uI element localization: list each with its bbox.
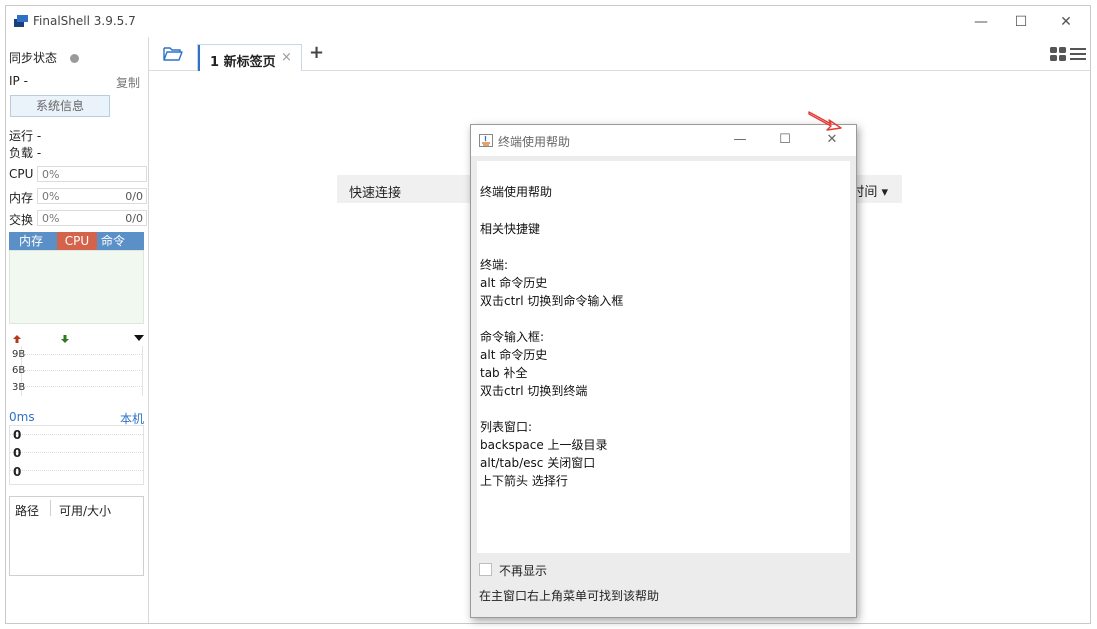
system-info-button[interactable]: 系统信息 — [10, 95, 110, 117]
maximize-button[interactable]: ☐ — [1001, 10, 1041, 34]
mem-value: 0% — [42, 190, 60, 203]
fs-col-path[interactable]: 路径 — [15, 502, 39, 519]
tab-new-1[interactable]: 1 新标签页 × — [197, 44, 302, 71]
help-terminal-title: 终端: — [480, 258, 509, 272]
cpu-bar: 0% — [37, 166, 147, 182]
swap-max: 0/0 — [125, 212, 143, 225]
help-input-title: 命令输入框: — [480, 330, 545, 344]
net-scale-6b: 6B — [12, 365, 26, 376]
terminal-help-dialog: 终端使用帮助 — ☐ ✕ 终端使用帮助 相关快捷键 终端: alt 命令历史 双… — [470, 124, 857, 618]
swap-value: 0% — [42, 212, 60, 225]
mem-metric: 内存 0% 0/0 — [9, 188, 147, 205]
swap-metric: 交换 0% 0/0 — [9, 210, 147, 227]
network-graph — [21, 346, 143, 396]
filesystem-table[interactable]: 路径 可用/大小 — [9, 496, 144, 576]
quick-connect-label: 快速连接 — [349, 186, 402, 201]
network-monitor: 9B 6B 3B — [9, 330, 144, 400]
help-line: backspace 上一级目录 — [480, 438, 608, 452]
cpu-label: CPU — [9, 167, 34, 181]
sync-status-label: 同步状态 — [9, 51, 58, 65]
sync-status-indicator — [70, 54, 79, 63]
swap-bar: 0% 0/0 — [37, 210, 147, 226]
java-icon — [479, 134, 493, 147]
folder-icon[interactable] — [163, 46, 183, 62]
mem-max: 0/0 — [125, 190, 143, 203]
load-label: 负载 - — [9, 146, 42, 160]
help-line: 双击ctrl 切换到终端 — [480, 384, 588, 398]
run-label: 运行 - — [9, 129, 42, 143]
sidebar: 同步状态 IP - 复制 系统信息 运行 - 负载 - CPU 0% 内存 0%… — [6, 37, 149, 623]
cpu-value: 0% — [42, 168, 60, 181]
ping-value-1: 0 — [13, 428, 22, 442]
help-line: 上下箭头 选择行 — [480, 474, 568, 488]
mem-bar: 0% 0/0 — [37, 188, 147, 204]
process-table-header: 内存 CPU 命令 — [9, 232, 144, 250]
ping-monitor: 0ms 本机 0 0 0 — [9, 410, 144, 486]
network-dropdown-icon[interactable] — [134, 335, 144, 342]
process-col-cmd[interactable]: 命令 — [97, 232, 129, 250]
process-col-cpu[interactable]: CPU — [57, 232, 97, 250]
upload-arrow-icon — [13, 335, 21, 343]
close-button[interactable]: ✕ — [1046, 10, 1086, 34]
dont-show-checkbox[interactable] — [479, 563, 492, 576]
ping-graph: 0 0 0 — [9, 425, 144, 485]
add-tab-button[interactable]: + — [309, 42, 324, 63]
help-line: alt 命令历史 — [480, 276, 548, 290]
window-title: FinalShell 3.9.5.7 — [33, 14, 136, 28]
dialog-title: 终端使用帮助 — [498, 135, 571, 149]
help-list-title: 列表窗口: — [480, 420, 533, 434]
process-list[interactable] — [9, 250, 144, 324]
finalshell-logo-icon — [14, 15, 28, 27]
ping-value-3: 0 — [13, 465, 22, 479]
help-line: tab 补全 — [480, 366, 528, 380]
dont-show-label[interactable]: 不再显示 — [499, 562, 547, 579]
cpu-metric: CPU 0% — [9, 166, 147, 182]
title-bar: FinalShell 3.9.5.7 — ☐ ✕ — [6, 6, 1090, 37]
help-content: 终端使用帮助 相关快捷键 终端: alt 命令历史 双击ctrl 切换到命令输入… — [477, 161, 850, 553]
ping-latency: 0ms — [9, 410, 35, 424]
minimize-button[interactable]: — — [961, 10, 1001, 34]
help-line: alt 命令历史 — [480, 348, 548, 362]
mem-label: 内存 — [9, 191, 34, 205]
tab-close-icon[interactable]: × — [281, 50, 292, 65]
swap-label: 交换 — [9, 213, 34, 227]
net-scale-3b: 3B — [12, 382, 26, 393]
ping-value-2: 0 — [13, 446, 22, 460]
dialog-footer-text: 在主窗口右上角菜单可找到该帮助 — [479, 589, 660, 603]
process-col-mem[interactable]: 内存 — [9, 232, 53, 250]
dialog-maximize-button[interactable]: ☐ — [770, 129, 800, 151]
dialog-minimize-button[interactable]: — — [725, 129, 755, 151]
ip-label: IP - — [9, 74, 28, 88]
help-line: alt/tab/esc 关闭窗口 — [480, 456, 596, 470]
net-scale-9b: 9B — [12, 349, 26, 360]
help-shortcuts-title: 相关快捷键 — [480, 222, 541, 236]
tab-label: 1 新标签页 — [210, 55, 276, 70]
dialog-title-bar: 终端使用帮助 — ☐ ✕ — [471, 125, 856, 156]
tab-bar: 1 新标签页 × + — [149, 37, 1090, 71]
help-line: 双击ctrl 切换到命令输入框 — [480, 294, 624, 308]
help-heading: 终端使用帮助 — [480, 185, 553, 199]
annotation-arrow-icon — [808, 111, 842, 131]
fs-col-size[interactable]: 可用/大小 — [59, 502, 111, 519]
download-arrow-icon — [61, 335, 69, 343]
copy-ip-button[interactable]: 复制 — [116, 74, 140, 91]
layout-menu-icon[interactable] — [1050, 46, 1086, 62]
